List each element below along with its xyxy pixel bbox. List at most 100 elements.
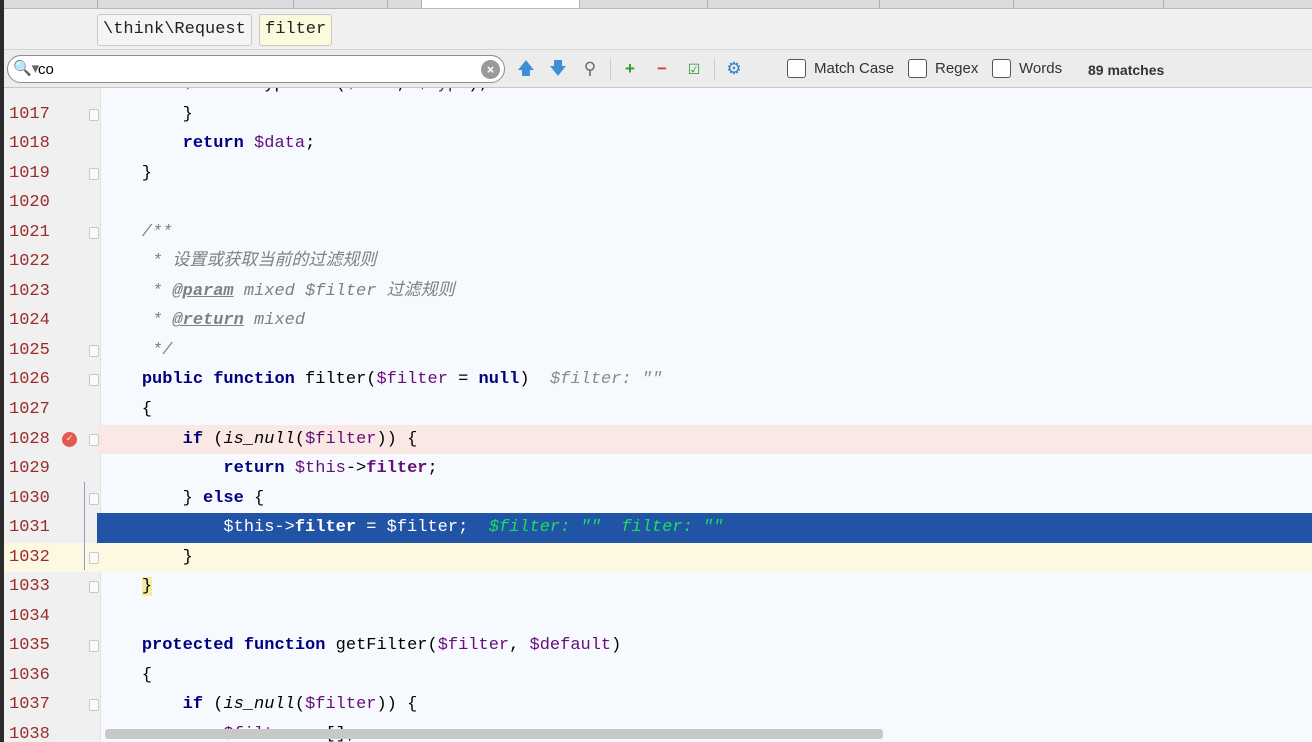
fold-marker-icon[interactable] xyxy=(89,108,99,121)
code-line[interactable]: } 1033 xyxy=(4,572,1312,602)
breakpoint-icon[interactable]: ✓ xyxy=(62,431,77,447)
line-code[interactable]: */ xyxy=(97,336,1312,366)
code-line[interactable]: {1027 xyxy=(4,395,1312,425)
line-number[interactable]: 1025 xyxy=(9,336,69,366)
code-line[interactable]: * @param mixed $filter 过滤规则 1023 xyxy=(4,277,1312,307)
code-line[interactable]: } 1032 xyxy=(4,542,1312,573)
line-number[interactable]: 1033 xyxy=(9,572,69,602)
line-number[interactable]: 1026 xyxy=(9,365,69,395)
code-line[interactable]: */ 1025 xyxy=(4,336,1312,366)
line-number[interactable]: 1032 xyxy=(9,543,69,573)
editor-tab[interactable] xyxy=(4,0,98,8)
code-line[interactable]: } 1019 xyxy=(4,159,1312,189)
editor-tab-active[interactable] xyxy=(422,0,580,8)
code-line[interactable]: return $this->filter; 1029 xyxy=(4,454,1312,484)
find-all-icon[interactable]: ⚲ xyxy=(578,58,602,80)
line-number[interactable]: 1017 xyxy=(9,100,69,130)
code-line[interactable]: 1020 xyxy=(4,188,1312,218)
code-line[interactable]: return $data; 1018 xyxy=(4,129,1312,159)
line-number[interactable]: 1018 xyxy=(9,129,69,159)
code-line[interactable]: /** 1021 xyxy=(4,218,1312,248)
line-code[interactable]: * @return mixed xyxy=(97,306,1312,336)
line-number[interactable]: 1023 xyxy=(9,277,69,307)
line-number[interactable]: 1036 xyxy=(9,661,69,691)
code-line[interactable]: 1034 xyxy=(4,602,1312,632)
editor-tab[interactable] xyxy=(708,0,880,8)
line-code[interactable]: } xyxy=(97,159,1312,189)
line-code[interactable]: /** xyxy=(97,218,1312,248)
line-number[interactable]: 1020 xyxy=(9,188,69,218)
line-code[interactable]: return $data; xyxy=(97,129,1312,159)
line-code[interactable]: } xyxy=(97,572,1312,602)
line-code[interactable]: { xyxy=(97,395,1312,425)
line-code[interactable]: } else { xyxy=(97,484,1312,514)
fold-marker-icon[interactable] xyxy=(89,226,99,239)
horizontal-scrollbar[interactable] xyxy=(105,729,883,739)
line-code[interactable]: return $this->filter; xyxy=(97,454,1312,484)
regex-checkbox[interactable]: Regex xyxy=(908,59,978,78)
line-code[interactable]: * @param mixed $filter 过滤规则 xyxy=(97,277,1312,307)
search-history-icon[interactable]: 🔍▾ xyxy=(13,59,39,77)
fold-marker-icon[interactable] xyxy=(89,640,99,653)
fold-marker-icon[interactable] xyxy=(89,374,99,387)
add-occurrence-icon[interactable]: + xyxy=(618,58,642,80)
code-line[interactable]: * @return mixed 1024 xyxy=(4,306,1312,336)
line-code[interactable]: } xyxy=(97,542,1312,573)
fold-marker-icon[interactable] xyxy=(89,433,99,446)
words-checkbox[interactable]: Words xyxy=(992,59,1062,78)
editor-tab[interactable] xyxy=(98,0,294,8)
line-number[interactable]: 1024 xyxy=(9,306,69,336)
line-number[interactable]: 1027 xyxy=(9,395,69,425)
code-line[interactable]: * 设置或获取当前的过滤规则 1022 xyxy=(4,247,1312,277)
line-code[interactable]: { xyxy=(97,661,1312,691)
line-number[interactable]: 1021 xyxy=(9,218,69,248)
editor-tab[interactable] xyxy=(580,0,708,8)
editor-tab[interactable] xyxy=(880,0,1014,8)
code-line[interactable]: if (is_null($filter)) { 1028 ✓ xyxy=(4,424,1312,455)
arrow-up-icon[interactable]: 🡅 xyxy=(514,58,538,80)
code-line[interactable]: if (is_null($filter)) { 1037 xyxy=(4,690,1312,720)
line-code[interactable]: if (is_null($filter)) { xyxy=(97,424,1312,455)
line-code[interactable]: public function filter($filter = null) $… xyxy=(97,365,1312,395)
match-case-checkbox[interactable]: Match Case xyxy=(787,59,894,78)
fold-marker-icon[interactable] xyxy=(89,551,99,564)
fold-marker-icon[interactable] xyxy=(89,492,99,505)
code-line[interactable]: } else { 1030 xyxy=(4,484,1312,514)
line-number[interactable]: 1030 xyxy=(9,484,69,514)
code-editor[interactable]: $this->typecast($data, $type); 1016 } 1017… xyxy=(4,88,1312,742)
line-code[interactable]: $this->filter = $filter; $filter: "" fil… xyxy=(97,513,1312,543)
line-code[interactable]: protected function getFilter($filter, $d… xyxy=(97,631,1312,661)
fold-marker-icon[interactable] xyxy=(89,167,99,180)
editor-tab[interactable] xyxy=(388,0,422,8)
line-number[interactable]: 1034 xyxy=(9,602,69,632)
arrow-down-icon[interactable]: 🡇 xyxy=(546,58,570,80)
line-code[interactable]: * 设置或获取当前的过滤规则 xyxy=(97,247,1312,277)
line-code[interactable]: if (is_null($filter)) { xyxy=(97,690,1312,720)
line-number[interactable]: 1022 xyxy=(9,247,69,277)
line-number[interactable]: 1037 xyxy=(9,690,69,720)
line-number[interactable]: 1031 xyxy=(9,513,69,543)
line-code[interactable]: $this->typecast($data, $type); xyxy=(97,88,1312,100)
checkbox-box[interactable] xyxy=(787,59,806,78)
fold-marker-icon[interactable] xyxy=(89,344,99,357)
search-input[interactable] xyxy=(38,59,478,79)
remove-occurrence-icon[interactable]: − xyxy=(650,58,674,80)
line-number[interactable]: 1035 xyxy=(9,631,69,661)
breadcrumb-class[interactable]: \think\Request xyxy=(97,14,252,46)
code-line[interactable]: {1036 xyxy=(4,661,1312,691)
code-line[interactable]: $this->filter = $filter; $filter: "" fil… xyxy=(4,513,1312,543)
fold-marker-icon[interactable] xyxy=(89,581,99,594)
line-number[interactable]: 1029 xyxy=(9,454,69,484)
code-line[interactable]: } 1017 xyxy=(4,100,1312,130)
line-number[interactable]: 1019 xyxy=(9,159,69,189)
fold-marker-icon[interactable] xyxy=(89,699,99,712)
checkbox-box[interactable] xyxy=(992,59,1011,78)
checkbox-box[interactable] xyxy=(908,59,927,78)
line-code[interactable]: } xyxy=(97,100,1312,130)
code-line[interactable]: protected function getFilter($filter, $d… xyxy=(4,631,1312,661)
editor-tab[interactable] xyxy=(294,0,388,8)
code-line[interactable]: public function filter($filter = null) $… xyxy=(4,365,1312,395)
line-number[interactable]: 1028 xyxy=(9,425,69,455)
line-number[interactable]: 1016 xyxy=(9,88,69,100)
line-number[interactable]: 1038 xyxy=(9,720,69,742)
